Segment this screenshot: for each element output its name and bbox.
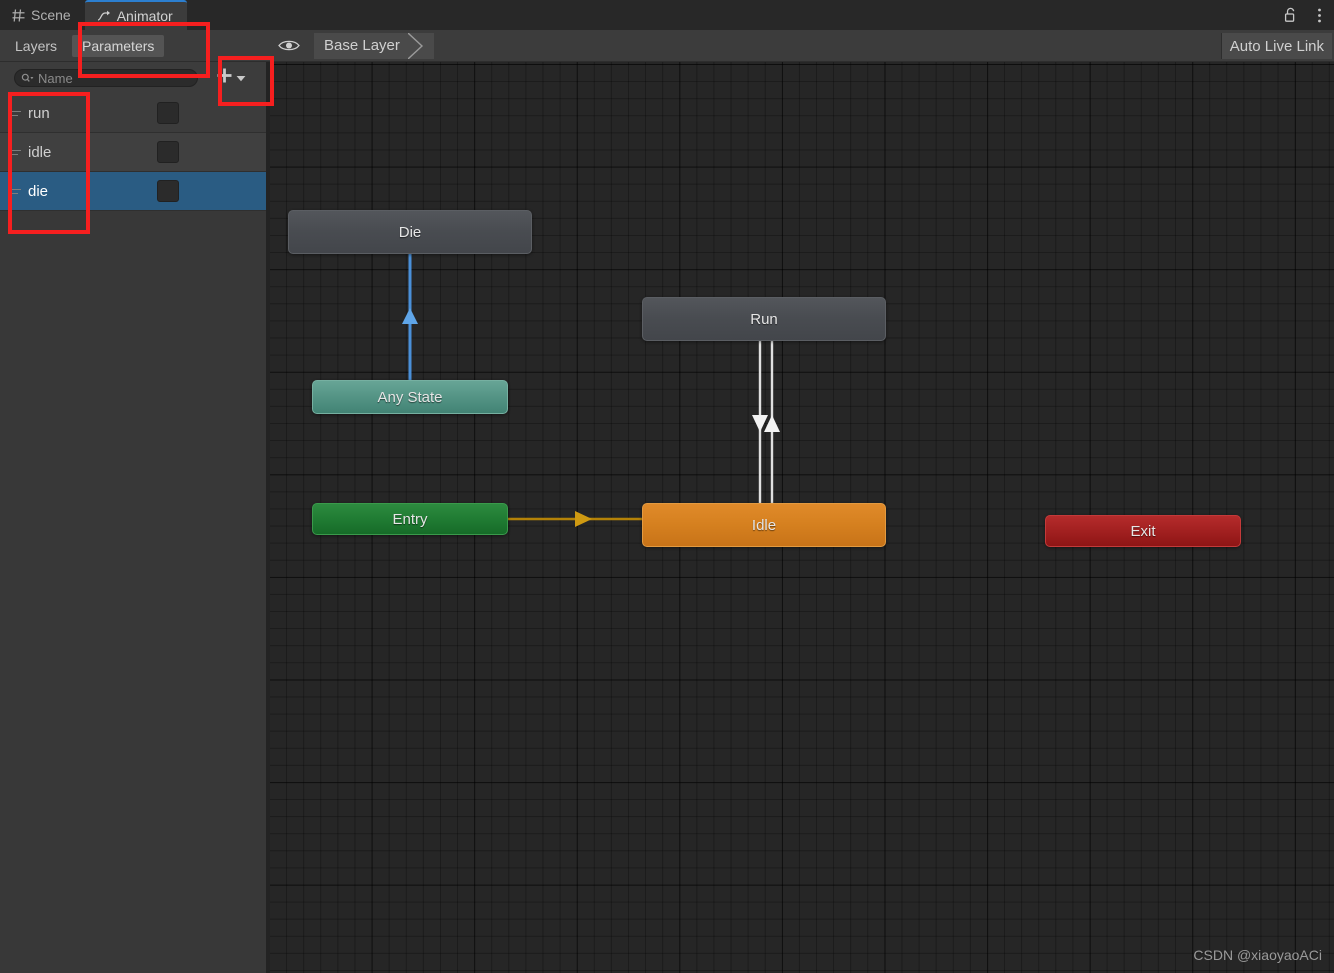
animator-curve-icon [97, 10, 111, 23]
state-node-label: Any State [377, 389, 442, 406]
chevron-down-icon [236, 69, 246, 87]
search-dropdown-icon[interactable] [21, 73, 34, 84]
parameter-name: run [28, 105, 266, 122]
parameters-panel: Layers Parameters Name [0, 30, 266, 973]
state-node-label: Die [399, 224, 422, 241]
parameter-bool-checkbox[interactable] [157, 102, 179, 124]
state-node-label: Run [750, 311, 778, 328]
state-node-any-state[interactable]: Any State [312, 380, 508, 414]
breadcrumb[interactable]: Base Layer [314, 33, 434, 59]
parameter-name: idle [28, 144, 266, 161]
state-node-entry[interactable]: Entry [312, 503, 508, 535]
eye-icon[interactable] [278, 39, 300, 52]
animator-window: Scene Animator [0, 0, 1334, 973]
subtab-layers[interactable]: Layers [5, 35, 67, 57]
state-node-exit[interactable]: Exit [1045, 515, 1241, 547]
tab-scene-label: Scene [31, 7, 71, 23]
tab-animator-label: Animator [117, 8, 173, 24]
parameter-name: die [28, 183, 266, 200]
parameter-bool-checkbox[interactable] [157, 141, 179, 163]
parameter-list: run idle die [0, 94, 266, 211]
search-input[interactable]: Name [14, 69, 198, 87]
parameter-row-run[interactable]: run [0, 94, 266, 133]
subtab-layers-label: Layers [15, 38, 57, 54]
window-tab-bar-actions [1282, 0, 1328, 30]
parameter-search-row: Name [0, 62, 266, 94]
state-node-run[interactable]: Run [642, 297, 886, 341]
tab-scene[interactable]: Scene [0, 0, 85, 30]
auto-live-link-button[interactable]: Auto Live Link [1221, 33, 1332, 59]
search-input-placeholder: Name [38, 71, 73, 86]
parameter-bool-checkbox[interactable] [157, 180, 179, 202]
drag-handle-icon[interactable] [8, 111, 28, 116]
subtab-parameters[interactable]: Parameters [72, 35, 164, 57]
drag-handle-icon[interactable] [8, 189, 28, 194]
add-parameter-button[interactable] [216, 67, 246, 89]
drag-handle-icon[interactable] [8, 150, 28, 155]
parameter-row-idle[interactable]: idle [0, 133, 266, 172]
parameter-row-die[interactable]: die [0, 172, 266, 211]
state-node-idle[interactable]: Idle [642, 503, 886, 547]
kebab-menu-icon[interactable] [1310, 5, 1328, 25]
animator-state-graph[interactable]: Die Any State Run Idle Entry Exit CSDN @… [270, 62, 1334, 973]
panel-subtab-bar: Layers Parameters [0, 30, 266, 62]
chevron-right-icon [408, 33, 430, 59]
state-node-die[interactable]: Die [288, 210, 532, 254]
window-tab-bar: Scene Animator [0, 0, 1334, 30]
tab-animator[interactable]: Animator [85, 0, 187, 30]
breadcrumb-label: Base Layer [324, 37, 400, 54]
watermark: CSDN @xiaoyaoACi [1193, 947, 1322, 963]
state-node-label: Entry [392, 511, 427, 528]
subtab-parameters-label: Parameters [82, 38, 154, 54]
state-node-label: Exit [1130, 523, 1155, 540]
graph-toolbar: Base Layer Auto Live Link [266, 30, 1334, 62]
auto-live-link-label: Auto Live Link [1230, 38, 1324, 55]
grid-icon [12, 9, 25, 22]
state-node-label: Idle [752, 517, 776, 534]
plus-icon [216, 67, 233, 89]
open-padlock-icon[interactable] [1282, 5, 1300, 25]
